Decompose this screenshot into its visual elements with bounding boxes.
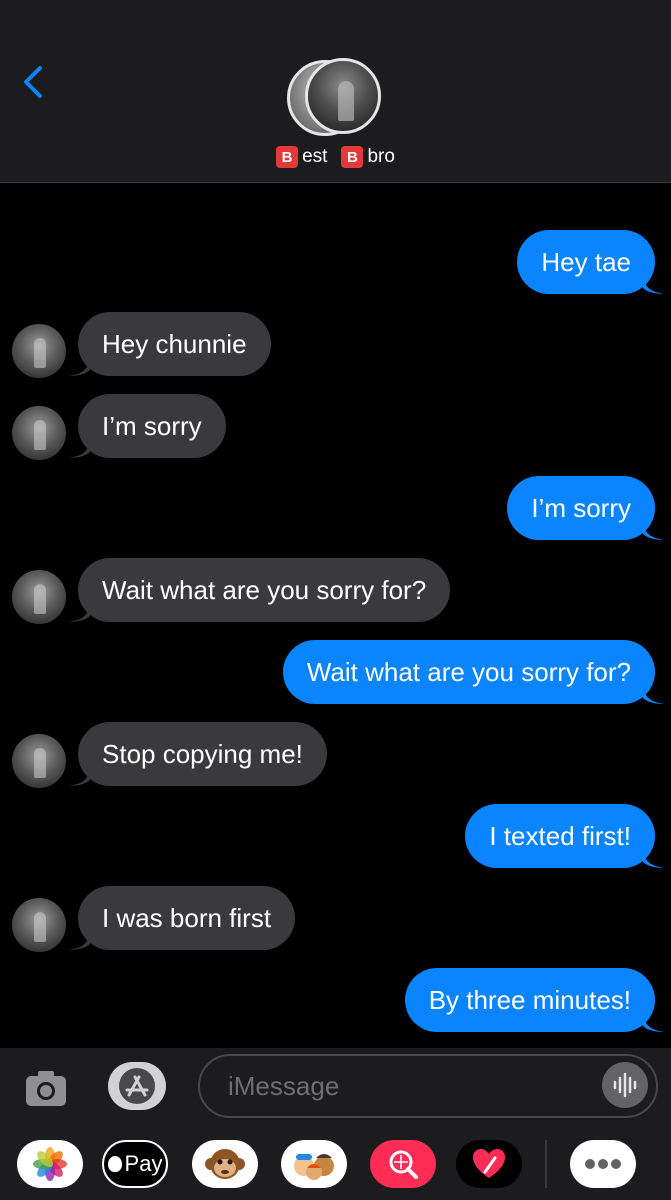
message-row-received: Wait what are you sorry for? <box>0 558 671 624</box>
sent-bubble[interactable]: I’m sorry <box>507 476 655 540</box>
drawer-divider <box>545 1140 547 1188</box>
bubble-tail-icon <box>643 1010 665 1032</box>
bubble-tail-icon <box>643 518 665 540</box>
bubble-tail-icon <box>68 354 90 376</box>
sent-bubble[interactable]: By three minutes! <box>404 968 655 1032</box>
received-bubble[interactable]: I was born first <box>78 886 296 950</box>
conversation-header: B est B bro <box>0 0 671 183</box>
voice-message-button[interactable] <box>602 1062 648 1108</box>
message-row-received: I’m sorry <box>0 394 671 460</box>
sent-bubble[interactable]: Wait what are you sorry for? <box>282 640 655 704</box>
app-store-button[interactable] <box>108 1062 166 1110</box>
animoji-button[interactable] <box>192 1140 258 1188</box>
message-row-sent: I’m sorry <box>0 476 671 542</box>
message-row-sent: I texted first! <box>0 804 671 870</box>
digital-touch-icon <box>473 1149 505 1178</box>
sender-avatar[interactable] <box>12 324 66 378</box>
sender-avatar[interactable] <box>12 406 66 460</box>
b-badge-icon: B <box>341 146 364 168</box>
photos-icon <box>33 1147 67 1181</box>
sender-avatar[interactable] <box>12 734 66 788</box>
bubble-tail-icon <box>68 928 90 950</box>
received-bubble[interactable]: I’m sorry <box>78 394 226 458</box>
memoji-stickers-icon <box>294 1154 334 1180</box>
apple-logo-icon <box>107 1156 122 1172</box>
bubble-tail-icon <box>68 600 90 622</box>
sent-bubble[interactable]: Hey tae <box>517 230 655 294</box>
message-input[interactable] <box>198 1054 658 1118</box>
b-badge-icon: B <box>276 146 299 168</box>
back-button[interactable] <box>16 62 52 102</box>
camera-icon <box>26 1071 66 1106</box>
bubble-tail-icon <box>68 764 90 786</box>
apple-pay-button[interactable]: Pay <box>102 1140 168 1188</box>
bubble-tail-icon <box>68 436 90 458</box>
contact-name-part1: est <box>302 146 328 167</box>
app-drawer: Pay <box>0 1126 671 1200</box>
apple-pay-label: Pay <box>124 1151 163 1176</box>
message-row-received: Stop copying me! <box>0 722 671 788</box>
message-row-received: I was born first <box>0 886 671 952</box>
avatar-front <box>305 58 381 134</box>
more-apps-button[interactable] <box>570 1140 636 1188</box>
image-search-button[interactable] <box>370 1140 436 1188</box>
received-bubble[interactable]: Stop copying me! <box>78 722 327 786</box>
message-row-sent: By three minutes! <box>0 968 671 1034</box>
compose-bar <box>0 1048 671 1126</box>
sender-avatar[interactable] <box>12 570 66 624</box>
waveform-icon <box>613 1072 637 1098</box>
image-search-icon <box>389 1150 418 1179</box>
camera-button[interactable] <box>22 1064 70 1112</box>
monkey-memoji-icon <box>205 1149 245 1179</box>
chevron-left-icon <box>24 66 42 98</box>
message-row-sent: Hey tae <box>0 230 671 296</box>
contact-name-part2: bro <box>367 146 395 167</box>
message-row-sent: Wait what are you sorry for? <box>0 640 671 706</box>
digital-touch-button[interactable] <box>456 1140 522 1188</box>
app-store-icon <box>119 1068 155 1104</box>
sent-bubble[interactable]: I texted first! <box>465 804 655 868</box>
received-bubble[interactable]: Hey chunnie <box>78 312 271 376</box>
more-icon <box>585 1159 621 1169</box>
photos-app-button[interactable] <box>17 1140 83 1188</box>
sender-avatar[interactable] <box>12 898 66 952</box>
memoji-stickers-button[interactable] <box>281 1140 347 1188</box>
bubble-tail-icon <box>643 682 665 704</box>
message-row-received: Hey chunnie <box>0 312 671 378</box>
received-bubble[interactable]: Wait what are you sorry for? <box>78 558 451 622</box>
contact-avatar[interactable] <box>287 58 383 138</box>
bubble-tail-icon <box>643 272 665 294</box>
bubble-tail-icon <box>643 846 665 868</box>
contact-name[interactable]: B est B bro <box>0 146 671 168</box>
